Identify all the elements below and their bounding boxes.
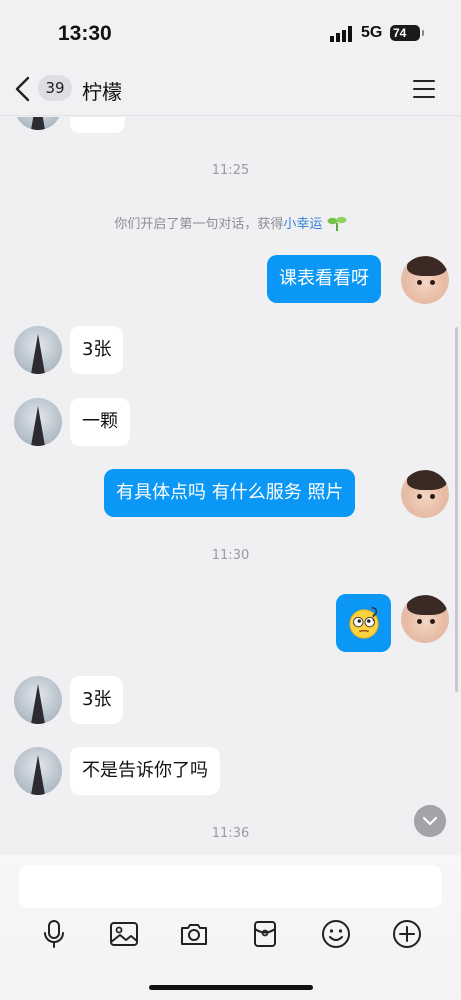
outgoing-message[interactable]: 课表看看呀: [267, 255, 381, 303]
back-icon[interactable]: [12, 75, 36, 103]
home-indicator[interactable]: [149, 985, 313, 990]
incoming-message[interactable]: 3张: [70, 326, 124, 374]
system-message-text: 你们开启了第一句对话，获得: [114, 217, 284, 232]
my-avatar[interactable]: [401, 595, 449, 643]
message-bubble-partial[interactable]: [70, 117, 125, 133]
battery-icon: 74: [390, 25, 424, 41]
image-icon[interactable]: [108, 918, 140, 950]
thinking-emoji-icon: [349, 607, 379, 639]
contact-avatar[interactable]: [14, 747, 62, 795]
input-area: [0, 855, 461, 1000]
lucky-link[interactable]: 小幸运: [283, 217, 322, 232]
red-packet-icon[interactable]: [249, 918, 281, 950]
incoming-message[interactable]: 不是告诉你了吗: [70, 747, 220, 795]
incoming-message[interactable]: 3张: [70, 676, 124, 724]
system-message: 你们开启了第一句对话，获得小幸运: [0, 213, 461, 232]
status-bar: 13:30 5G 74: [0, 0, 461, 62]
timestamp: 11:25: [211, 163, 250, 178]
network-type: 5G: [361, 24, 383, 41]
my-avatar[interactable]: [401, 256, 449, 304]
scroll-to-bottom-icon[interactable]: [414, 805, 446, 837]
contact-avatar[interactable]: [14, 326, 62, 374]
menu-icon[interactable]: [412, 78, 436, 100]
message-input[interactable]: [19, 865, 442, 908]
emoji-icon[interactable]: [320, 918, 352, 950]
chat-header: 39 柠檬: [0, 62, 461, 116]
camera-icon[interactable]: [178, 918, 210, 950]
microphone-icon[interactable]: [38, 918, 70, 950]
sprout-icon: [327, 216, 347, 231]
message-list[interactable]: 11:25 你们开启了第一句对话，获得小幸运 课表看看呀 3张 一颗 有具体点吗…: [0, 117, 461, 855]
unread-badge[interactable]: 39: [38, 75, 72, 101]
sticker-message[interactable]: [336, 594, 391, 652]
timestamp: 11:36: [211, 826, 250, 841]
timestamp: 11:30: [211, 548, 250, 563]
my-avatar[interactable]: [401, 470, 449, 518]
contact-avatar[interactable]: [14, 676, 62, 724]
status-time: 13:30: [58, 22, 112, 45]
contact-avatar[interactable]: [14, 398, 62, 446]
contact-avatar[interactable]: [14, 117, 62, 130]
incoming-message[interactable]: 一颗: [70, 398, 130, 446]
outgoing-message[interactable]: 有具体点吗 有什么服务 照片: [104, 469, 356, 517]
plus-icon[interactable]: [391, 918, 423, 950]
scrollbar[interactable]: [455, 327, 458, 692]
signal-icon: [330, 26, 352, 42]
chat-title: 柠檬: [82, 80, 122, 104]
